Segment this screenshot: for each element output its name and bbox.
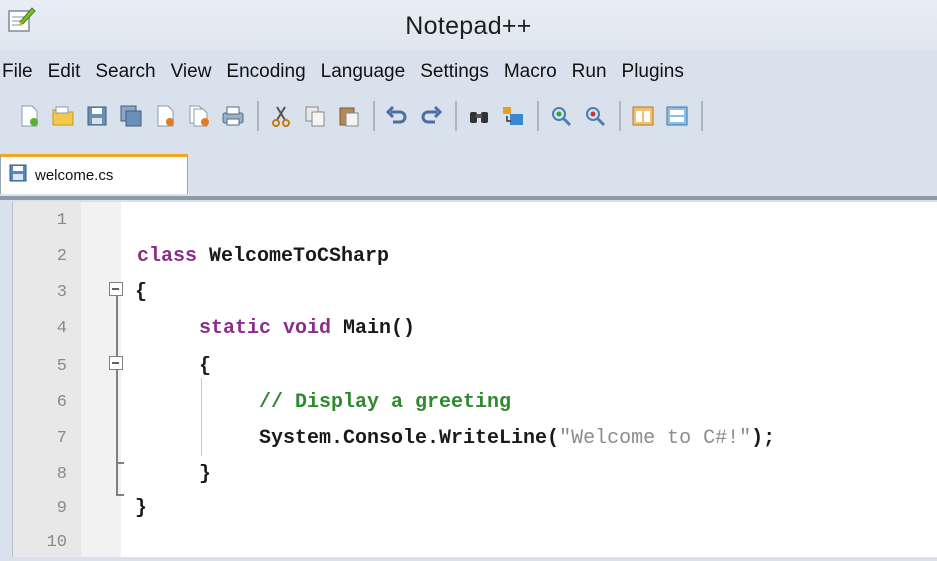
code-line-10: 10 (13, 524, 937, 561)
cut-icon[interactable] (268, 103, 294, 129)
title-bar: Notepad++ (0, 0, 937, 50)
line-number: 2 (56, 247, 67, 266)
line-number: 8 (56, 465, 67, 484)
zoom-out-icon[interactable] (582, 103, 608, 129)
code-text: class WelcomeToCSharp (137, 245, 389, 268)
code-line-5: 5 { (13, 348, 937, 385)
code-text: System.Console.WriteLine("Welcome to C#!… (259, 427, 775, 450)
code-text: static void Main() (199, 317, 415, 340)
menu-macro[interactable]: Macro (504, 61, 566, 83)
toolbar-separator (257, 101, 259, 131)
code-line-8: 8 } (13, 456, 937, 493)
line-number: 6 (56, 393, 67, 412)
comment-token: // Display a greeting (259, 391, 512, 414)
new-file-icon[interactable] (16, 103, 42, 129)
window-title: Notepad++ (405, 12, 532, 40)
zoom-in-icon[interactable] (548, 103, 574, 129)
code-text: } (199, 463, 212, 486)
toolbar (0, 93, 937, 139)
identifier-token: WelcomeToCSharp (197, 245, 390, 268)
keyword-token: static void (199, 317, 332, 340)
find-icon[interactable] (466, 103, 492, 129)
save-icon[interactable] (84, 103, 110, 129)
string-token: "Welcome to C#!" (559, 427, 752, 450)
code-line-9: 9 } (13, 490, 937, 527)
code-text: { (135, 281, 148, 304)
keyword-token: class (137, 245, 198, 268)
toolbar-separator (701, 101, 703, 131)
menu-plugins[interactable]: Plugins (622, 61, 693, 83)
paste-icon[interactable] (336, 103, 362, 129)
undo-icon[interactable] (384, 103, 410, 129)
code-line-2: 2 class WelcomeToCSharp (13, 238, 937, 275)
line-number: 9 (56, 499, 67, 518)
open-file-icon[interactable] (50, 103, 76, 129)
code-line-1: 1 (13, 202, 937, 239)
close-icon[interactable] (152, 103, 178, 129)
menu-edit[interactable]: Edit (48, 61, 90, 83)
line-number: 5 (56, 357, 67, 376)
code-line-3: 3 { (13, 274, 937, 311)
saved-file-icon (9, 164, 27, 187)
toolbar-separator (455, 101, 457, 131)
code-text: } (135, 497, 148, 520)
menu-language[interactable]: Language (321, 61, 415, 83)
punctuation-token: ); (751, 427, 776, 450)
identifier-token: Main() (331, 317, 416, 340)
code-editor[interactable]: 1 2 class WelcomeToCSharp 3 { 4 static v… (12, 202, 937, 557)
save-all-icon[interactable] (118, 103, 144, 129)
menu-search[interactable]: Search (95, 61, 164, 83)
toolbar-separator (373, 101, 375, 131)
menu-bar: File Edit Search View Encoding Language … (0, 55, 937, 89)
line-number: 7 (56, 429, 67, 448)
toolbar-separator (537, 101, 539, 131)
menu-encoding[interactable]: Encoding (226, 61, 314, 83)
redo-icon[interactable] (418, 103, 444, 129)
tab-label: welcome.cs (35, 167, 114, 184)
menu-view[interactable]: View (171, 61, 221, 83)
copy-icon[interactable] (302, 103, 328, 129)
identifier-token: System.Console.WriteLine( (259, 427, 560, 450)
print-icon[interactable] (220, 103, 246, 129)
close-all-icon[interactable] (186, 103, 212, 129)
line-number: 1 (56, 211, 67, 230)
menu-run[interactable]: Run (572, 61, 616, 83)
line-number: 10 (46, 533, 67, 552)
code-line-7: 7 System.Console.WriteLine("Welcome to C… (13, 420, 937, 457)
menu-file[interactable]: File (2, 61, 42, 83)
replace-icon[interactable] (500, 103, 526, 129)
tab-divider (0, 196, 937, 200)
code-line-4: 4 static void Main() (13, 310, 937, 347)
code-text: { (199, 355, 212, 378)
line-number: 4 (56, 319, 67, 338)
sync-horizontal-icon[interactable] (664, 103, 690, 129)
tab-bar: welcome.cs (0, 146, 937, 198)
line-number: 3 (56, 283, 67, 302)
menu-settings[interactable]: Settings (420, 61, 498, 83)
code-line-6: 6 // Display a greeting (13, 384, 937, 421)
sync-vertical-icon[interactable] (630, 103, 656, 129)
tab-welcome-cs[interactable]: welcome.cs (0, 154, 188, 194)
toolbar-separator (619, 101, 621, 131)
